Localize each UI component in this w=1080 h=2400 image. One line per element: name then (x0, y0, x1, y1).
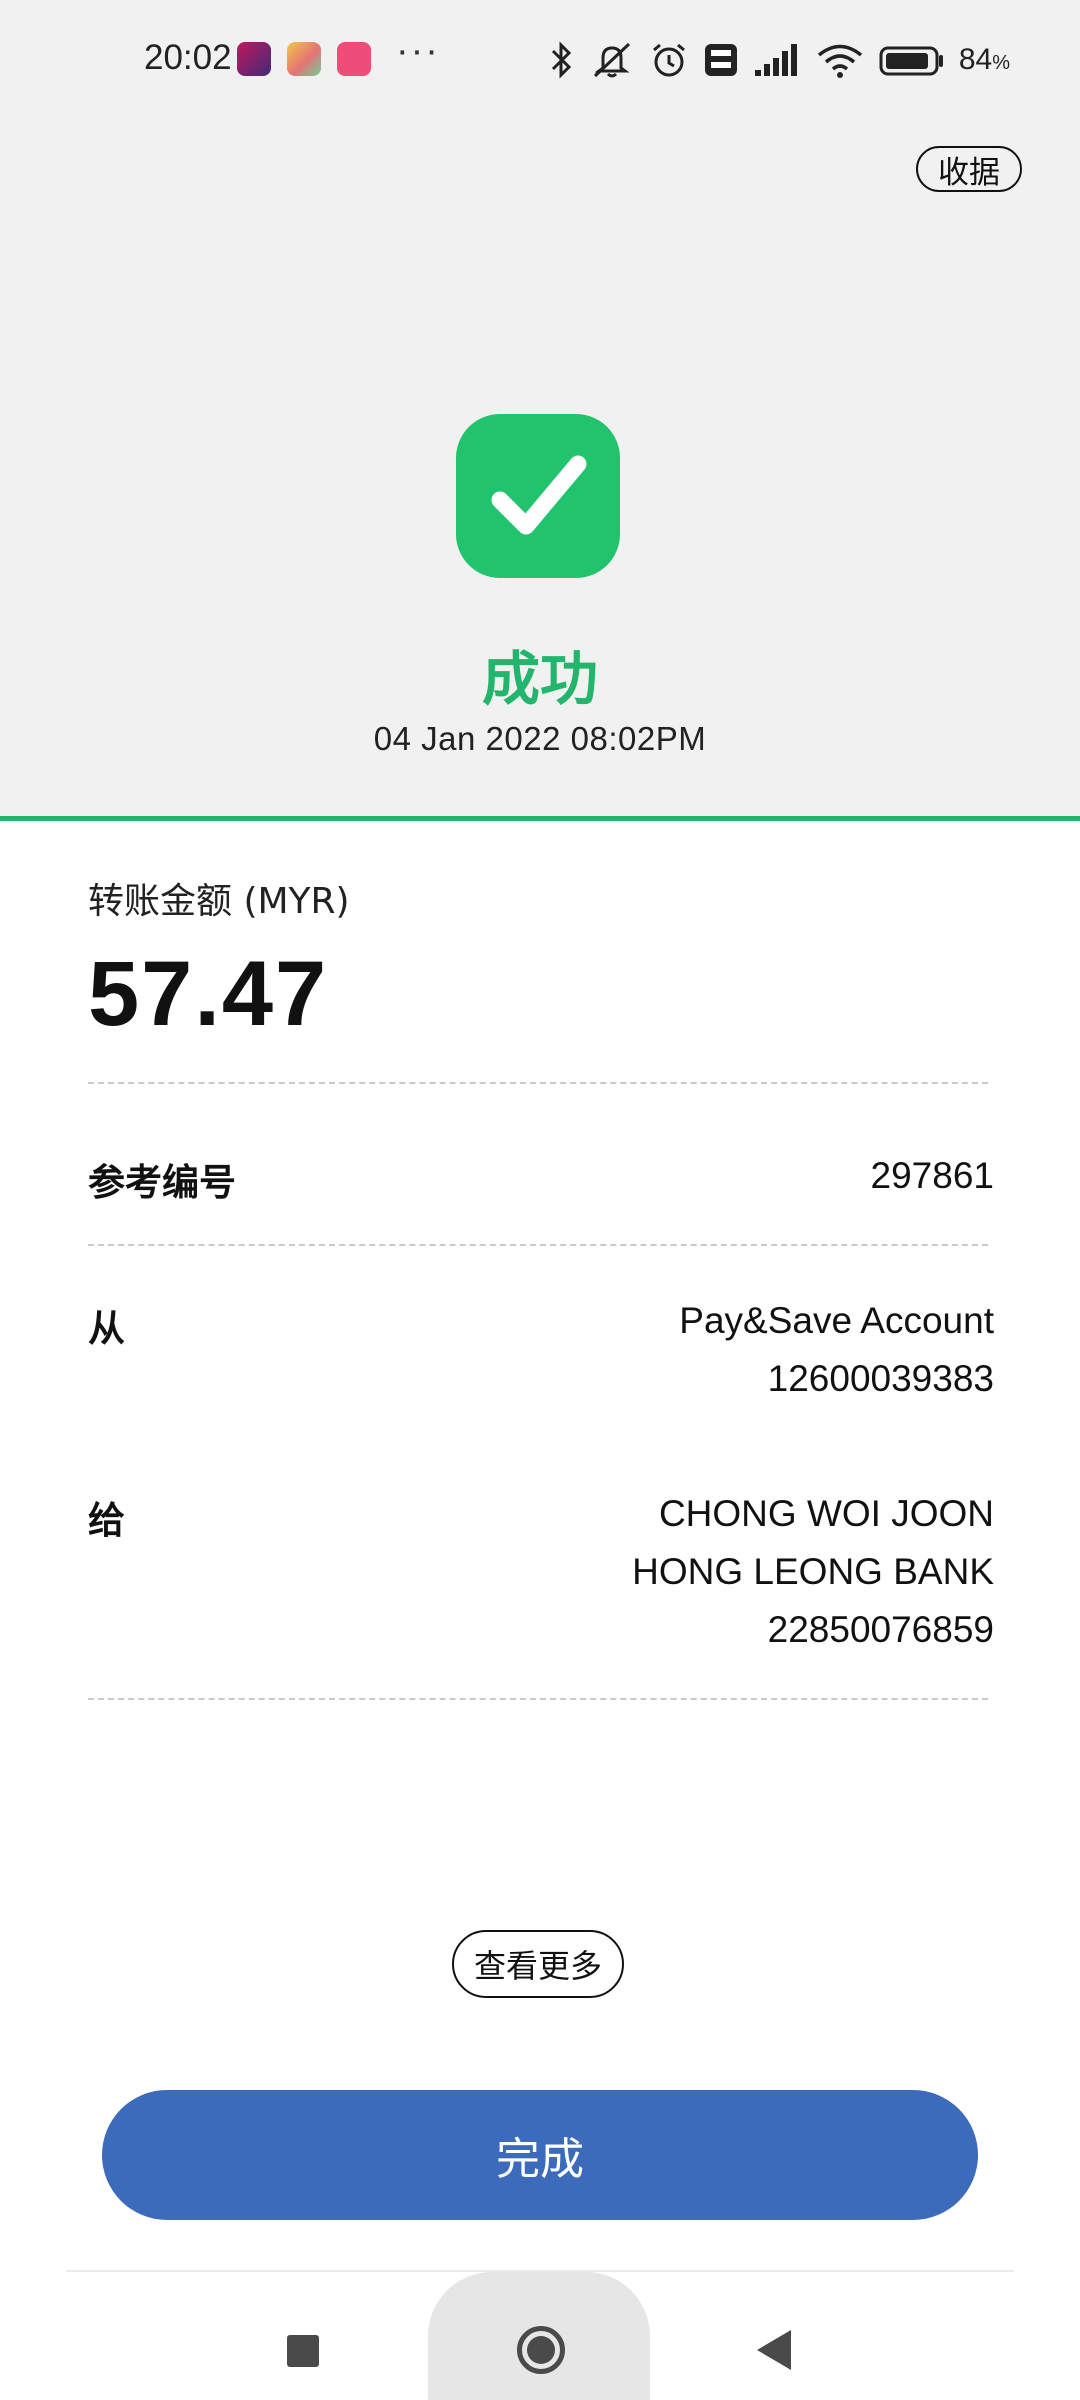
to-bank-name: HONG LEONG BANK (632, 1551, 994, 1592)
shop-notification-icon (337, 42, 371, 76)
volte-icon (704, 44, 737, 76)
app-notification-icon (237, 42, 271, 76)
to-account-number: 22850076859 (767, 1609, 994, 1650)
from-details: Pay&Save Account 12600039383 (679, 1292, 994, 1408)
more-notifications-icon: ··· (396, 30, 440, 72)
reference-value: 297861 (870, 1155, 994, 1196)
amount-value: 57.47 (88, 943, 329, 1045)
divider (88, 1082, 988, 1084)
from-account-number: 12600039383 (767, 1358, 994, 1399)
battery-icon (879, 46, 943, 76)
back-icon[interactable] (757, 2330, 791, 2370)
to-recipient-name: CHONG WOI JOON (658, 1493, 994, 1534)
reference-label: 参考编号 (88, 1161, 236, 1204)
status-time: 20:02 (144, 38, 232, 77)
bluetooth-icon (551, 41, 571, 79)
success-divider (0, 816, 1080, 821)
game-notification-icon (287, 42, 321, 76)
battery-percent-unit: % (992, 52, 1010, 74)
battery-percent-value: 84 (958, 43, 993, 76)
signal-icon (754, 44, 797, 76)
view-more-button[interactable]: 查看更多 (452, 1930, 624, 1998)
done-button[interactable]: 完成 (102, 2090, 978, 2220)
alarm-icon (652, 43, 685, 77)
divider (88, 1698, 988, 1700)
to-label: 给 (88, 1499, 125, 1542)
receipt-button[interactable]: 收据 (916, 146, 1022, 192)
wifi-icon (817, 44, 862, 78)
success-check-icon (456, 414, 620, 578)
from-account-name: Pay&Save Account (679, 1300, 994, 1341)
from-label: 从 (88, 1307, 125, 1350)
mute-icon (593, 42, 630, 78)
to-details: CHONG WOI JOON HONG LEONG BANK 228500768… (632, 1485, 994, 1659)
divider (88, 1244, 988, 1246)
amount-label: 转账金额 (MYR) (88, 881, 350, 922)
status-title: 成功 (481, 645, 598, 713)
transaction-datetime: 04 Jan 2022 08:02PM (373, 720, 707, 757)
navigation-bar (0, 2272, 1080, 2400)
home-icon-dot (527, 2336, 555, 2364)
battery-percent: 84% (959, 43, 1010, 77)
checkmark-icon (491, 455, 587, 535)
status-icons: 84% (549, 34, 1010, 86)
status-bar: 20:02 ··· 84% (0, 0, 1080, 120)
recent-apps-icon[interactable] (287, 2335, 319, 2367)
